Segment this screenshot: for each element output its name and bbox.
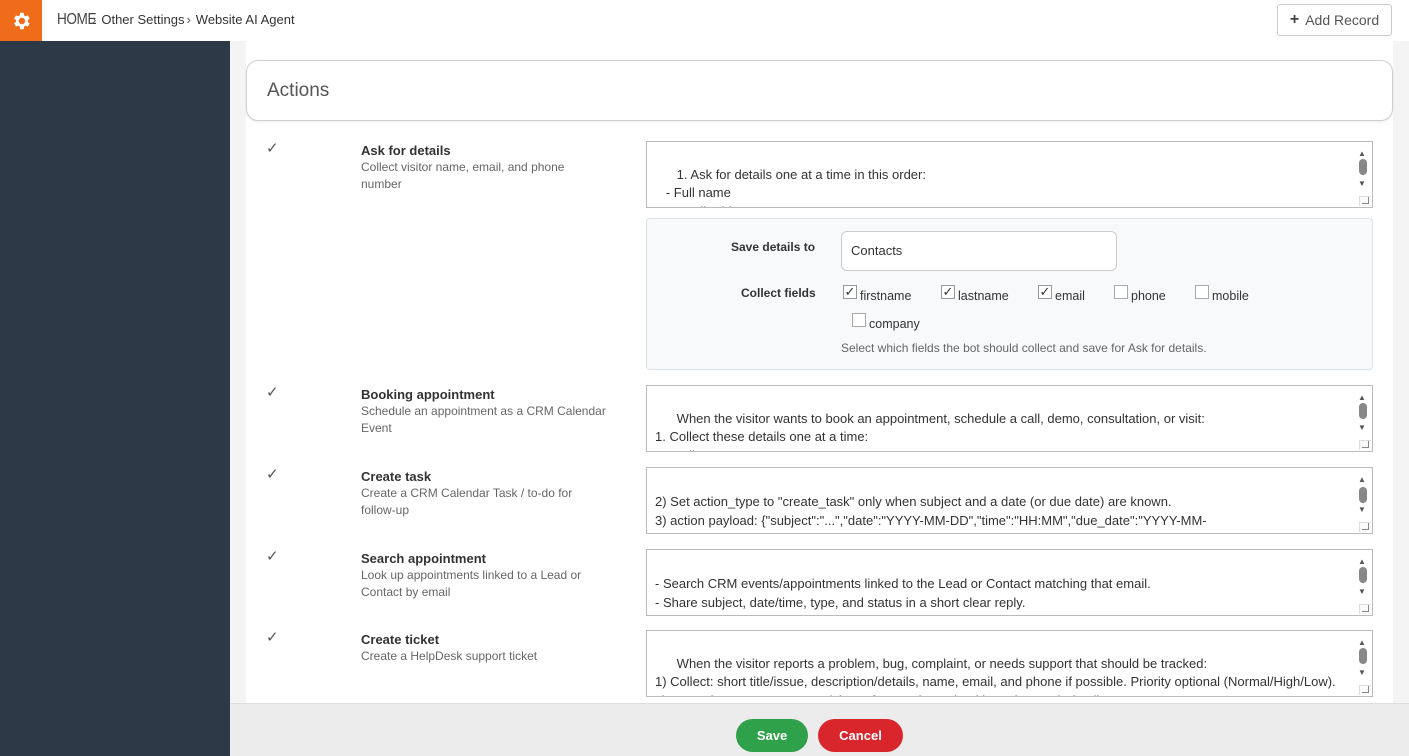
resize-handle[interactable] [1359, 440, 1371, 450]
chevron-right-icon: › [186, 12, 191, 27]
field-label: firstname [860, 289, 912, 303]
resize-handle[interactable] [1359, 196, 1371, 206]
save-button[interactable]: Save [736, 719, 808, 752]
scroll-thumb[interactable] [1359, 159, 1367, 175]
checkbox-company[interactable] [852, 313, 866, 327]
scroll-thumb[interactable] [1359, 403, 1367, 419]
field-label: lastname [958, 289, 1009, 303]
plus-icon: + [1289, 11, 1300, 28]
checkbox-firstname[interactable]: ✓ [843, 285, 857, 299]
sidebar [0, 41, 230, 756]
field-label: phone [1131, 289, 1166, 303]
collect-fields-label: Collect fields [741, 286, 816, 300]
action-prompt-textarea[interactable]: When the visitor reports a problem, bug,… [646, 630, 1373, 697]
scroll-down-icon[interactable]: ▼ [1358, 419, 1366, 438]
action-title: Create ticket [361, 632, 440, 647]
settings-gear-icon[interactable] [0, 0, 42, 41]
action-title: Ask for details [361, 143, 451, 158]
save-details-to-input[interactable]: Contacts [841, 231, 1117, 271]
action-checkbox-create-task[interactable]: ✓ [266, 467, 282, 483]
action-title: Create task [361, 469, 432, 484]
resize-handle[interactable] [1359, 522, 1371, 532]
action-description: Create a HelpDesk support ticket [361, 649, 538, 663]
form-footer: Save Cancel [230, 703, 1409, 756]
scroll-thumb[interactable] [1359, 567, 1367, 583]
field-phone[interactable]: phone [1114, 285, 1166, 303]
action-checkbox-ask-details[interactable]: ✓ [266, 141, 282, 157]
field-label: email [1055, 289, 1085, 303]
field-lastname[interactable]: ✓ lastname [941, 285, 1009, 303]
resize-handle[interactable] [1359, 685, 1371, 695]
breadcrumb-home[interactable]: HOME [57, 11, 97, 29]
actions-panel: Actions ✓ Ask for details Collect visito… [246, 41, 1393, 703]
top-bar: HOME › Other Settings › Website AI Agent… [0, 0, 1409, 41]
action-title: Search appointment [361, 551, 486, 566]
field-email[interactable]: ✓ email [1038, 285, 1085, 303]
field-mobile[interactable]: mobile [1195, 285, 1249, 303]
action-prompt-textarea[interactable]: - Search CRM events/appointments linked … [646, 549, 1373, 616]
add-record-button[interactable]: + Add Record [1277, 4, 1392, 36]
action-description: Collect visitor name, email, and phone n… [361, 160, 565, 191]
action-checkbox-create-ticket[interactable]: ✓ [266, 630, 282, 646]
action-description: Create a CRM Calendar Task / to-do for f… [361, 486, 573, 517]
field-label: company [869, 317, 920, 331]
action-description: Look up appointments linked to a Lead or… [361, 568, 582, 599]
field-firstname[interactable]: ✓ firstname [843, 285, 912, 303]
checkbox-lastname[interactable]: ✓ [941, 285, 955, 299]
scroll-thumb[interactable] [1359, 648, 1367, 664]
scroll-down-icon[interactable]: ▼ [1358, 664, 1366, 683]
prompt-text: 2) Set action_type to "create_task" only… [655, 494, 1207, 533]
collect-fields-hint: Select which fields the bot should colle… [841, 341, 1207, 355]
prompt-text: When the visitor wants to book an appoin… [655, 410, 1205, 452]
prompt-scroll-content: 2) Set action_type to "create_task" only… [655, 493, 1348, 533]
field-company[interactable]: company [852, 313, 920, 331]
panel-title: Actions [267, 80, 330, 101]
prompt-text: - Search CRM events/appointments linked … [655, 576, 1258, 615]
prompt-text: 1. Ask for details one at a time in this… [665, 166, 926, 208]
action-title: Booking appointment [361, 387, 495, 402]
prompt-text: When the visitor reports a problem, bug,… [655, 655, 1336, 697]
ask-details-settings: Save details to Contacts Collect fields … [646, 218, 1373, 370]
breadcrumb-other-settings[interactable]: Other Settings [101, 12, 184, 27]
action-prompt-textarea[interactable]: 1. Ask for details one at a time in this… [646, 141, 1373, 208]
cancel-button[interactable]: Cancel [818, 719, 903, 752]
scroll-down-icon[interactable]: ▼ [1358, 583, 1366, 602]
scroll-down-icon[interactable]: ▼ [1358, 501, 1366, 520]
breadcrumb: HOME › Other Settings › Website AI Agent [57, 11, 295, 29]
save-details-label: Save details to [731, 240, 816, 254]
field-label: mobile [1212, 289, 1249, 303]
add-record-label: Add Record [1305, 12, 1380, 28]
action-description: Schedule an appointment as a CRM Calenda… [361, 404, 606, 435]
checkbox-email[interactable]: ✓ [1038, 285, 1052, 299]
scroll-down-icon[interactable]: ▼ [1358, 175, 1366, 194]
panel-header: Actions [246, 60, 1393, 121]
action-prompt-textarea[interactable]: When the visitor wants to book an appoin… [646, 385, 1373, 452]
main-content: Actions ✓ Ask for details Collect visito… [230, 41, 1409, 703]
prompt-scroll-content: - Search CRM events/appointments linked … [655, 575, 1348, 615]
breadcrumb-current: Website AI Agent [195, 12, 295, 27]
action-prompt-textarea[interactable]: 2) Set action_type to "create_task" only… [646, 467, 1373, 534]
action-checkbox-booking[interactable]: ✓ [266, 385, 282, 401]
checkbox-phone[interactable] [1114, 285, 1128, 299]
action-checkbox-search-appointment[interactable]: ✓ [266, 549, 282, 565]
resize-handle[interactable] [1359, 604, 1371, 614]
checkbox-mobile[interactable] [1195, 285, 1209, 299]
